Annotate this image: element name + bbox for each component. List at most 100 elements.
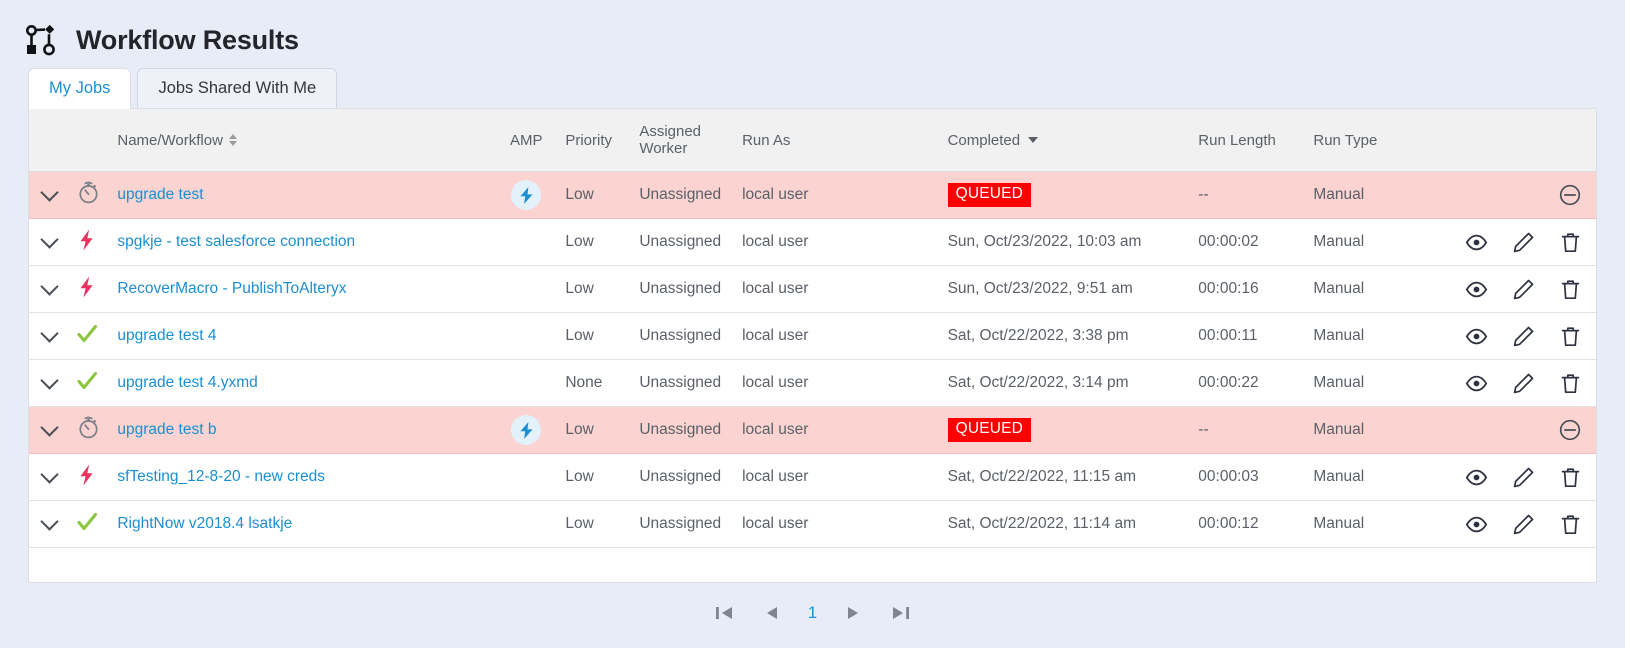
assigned-worker-value: Unassigned	[639, 186, 722, 203]
trash-icon[interactable]	[1559, 513, 1582, 536]
col-name-workflow[interactable]: Name/Workflow	[117, 109, 488, 172]
prev-page-icon[interactable]	[762, 603, 782, 623]
chevron-down-icon[interactable]	[40, 512, 59, 531]
chevron-down-icon[interactable]	[40, 465, 59, 484]
row-expand-toggle[interactable]	[29, 172, 76, 219]
job-name-cell: upgrade test 4.yxmd	[117, 360, 487, 407]
error-bolt-icon	[76, 275, 98, 299]
run-as-value: local user	[742, 186, 809, 203]
trash-icon[interactable]	[1559, 231, 1582, 254]
priority-value: Low	[565, 515, 594, 532]
table-row[interactable]: RecoverMacro - PublishToAlteryx Low Unassi…	[29, 266, 1596, 313]
job-name-link[interactable]: upgrade test b	[117, 421, 216, 438]
eye-icon[interactable]	[1465, 466, 1488, 489]
chevron-down-icon[interactable]	[40, 418, 59, 437]
tab-my-jobs[interactable]: My Jobs	[28, 67, 132, 109]
run-length-value: 00:00:11	[1198, 327, 1258, 344]
table-row[interactable]: upgrade test 4.yxmd None Unassigned local u…	[29, 360, 1596, 407]
row-expand-toggle[interactable]	[29, 360, 76, 407]
trash-icon[interactable]	[1559, 278, 1582, 301]
eye-icon[interactable]	[1465, 231, 1488, 254]
trash-icon[interactable]	[1559, 466, 1582, 489]
job-name-cell: RecoverMacro - PublishToAlteryx	[117, 266, 487, 313]
eye-icon[interactable]	[1465, 513, 1488, 536]
table-header: Name/Workflow AMP Priority Assigned Work…	[29, 109, 1596, 172]
pencil-icon[interactable]	[1512, 372, 1535, 395]
table-row[interactable]: upgrade test b Low Unassigned local user QUE…	[29, 406, 1596, 454]
eye-icon[interactable]	[1465, 372, 1488, 395]
sort-toggle-icon[interactable]	[228, 133, 238, 147]
job-name-link[interactable]: spgkje - test salesforce connection	[117, 233, 355, 250]
assigned-worker-value: Unassigned	[639, 374, 722, 391]
run-type-value: Manual	[1313, 515, 1365, 532]
pencil-icon[interactable]	[1512, 278, 1535, 301]
assigned-worker-value: Unassigned	[639, 421, 722, 438]
amp-cell	[487, 266, 565, 313]
run-length-value: 00:00:12	[1198, 515, 1259, 532]
eye-icon[interactable]	[1465, 278, 1488, 301]
success-check-icon	[76, 511, 98, 533]
chevron-down-icon[interactable]	[40, 183, 59, 202]
workflow-nodes-icon	[24, 23, 58, 57]
sort-descending-icon[interactable]	[1028, 137, 1039, 143]
last-page-icon[interactable]	[889, 603, 911, 623]
run-as-value: local user	[742, 327, 809, 344]
row-expand-toggle[interactable]	[29, 266, 76, 313]
job-name-link[interactable]: RightNow v2018.4 lsatkje	[117, 515, 292, 532]
row-expand-toggle[interactable]	[29, 454, 76, 501]
amp-cell	[487, 360, 565, 407]
next-page-icon[interactable]	[843, 603, 863, 623]
run-as-value: local user	[742, 421, 809, 438]
chevron-down-icon[interactable]	[40, 324, 59, 343]
col-completed-label: Completed	[947, 131, 1021, 149]
job-name-link[interactable]: upgrade test 4.yxmd	[117, 374, 257, 391]
job-name-link[interactable]: sfTesting_12-8-20 - new creds	[117, 468, 325, 485]
row-expand-toggle[interactable]	[29, 313, 76, 360]
row-actions	[1428, 266, 1596, 313]
trash-icon[interactable]	[1559, 372, 1582, 395]
tab-jobs-shared-with-me[interactable]: Jobs Shared With Me	[137, 67, 338, 108]
row-status-icon-cell	[76, 501, 117, 548]
stopwatch-icon	[76, 180, 101, 205]
eye-icon[interactable]	[1465, 325, 1488, 348]
pencil-icon[interactable]	[1512, 231, 1535, 254]
priority-value: None	[565, 374, 603, 391]
row-expand-toggle[interactable]	[29, 219, 76, 266]
row-expand-toggle[interactable]	[29, 501, 76, 548]
priority-value: Low	[565, 186, 594, 203]
run-type-value: Manual	[1313, 327, 1365, 344]
chevron-down-icon[interactable]	[40, 371, 59, 390]
table-row[interactable]: RightNow v2018.4 lsatkje Low Unassigned loc…	[29, 501, 1596, 548]
workflow-results-page: Workflow Results My Jobs Jobs Shared Wit…	[0, 0, 1625, 648]
amp-cell	[487, 313, 565, 360]
job-name-link[interactable]: RecoverMacro - PublishToAlteryx	[117, 280, 346, 297]
trash-icon[interactable]	[1559, 325, 1582, 348]
cancel-icon[interactable]	[1558, 418, 1582, 442]
amp-cell	[487, 172, 565, 219]
page-number-1[interactable]: 1	[808, 603, 817, 623]
col-expand	[29, 109, 77, 172]
chevron-down-icon[interactable]	[40, 230, 59, 249]
completed-cell: Sun, Oct/23/2022, 9:51 am	[948, 266, 1199, 313]
col-run-type: Run Type	[1313, 109, 1429, 172]
job-name-link[interactable]: upgrade test 4	[117, 327, 216, 344]
table-row[interactable]: spgkje - test salesforce connection Low Un…	[29, 219, 1596, 266]
pencil-icon[interactable]	[1512, 513, 1535, 536]
cancel-icon[interactable]	[1558, 183, 1582, 207]
chevron-down-icon[interactable]	[40, 277, 59, 296]
pencil-icon[interactable]	[1512, 325, 1535, 348]
run-length-value: --	[1198, 186, 1209, 203]
col-completed[interactable]: Completed	[947, 109, 1199, 172]
row-expand-toggle[interactable]	[29, 407, 76, 454]
run-type-value: Manual	[1313, 186, 1365, 203]
table-row[interactable]: sfTesting_12-8-20 - new creds Low Unassign…	[29, 454, 1596, 501]
pencil-icon[interactable]	[1512, 466, 1535, 489]
first-page-icon[interactable]	[714, 603, 736, 623]
run-type-value: Manual	[1313, 233, 1365, 250]
col-run-as: Run As	[742, 109, 948, 172]
table-row[interactable]: upgrade test Low Unassigned local user QUEUE…	[29, 171, 1596, 219]
completed-timestamp: Sat, Oct/22/2022, 11:15 am	[947, 468, 1136, 485]
job-name-link[interactable]: upgrade test	[117, 186, 203, 203]
table-row[interactable]: upgrade test 4 Low Unassigned local user Sat…	[29, 313, 1596, 360]
row-status-icon-cell	[76, 172, 117, 219]
